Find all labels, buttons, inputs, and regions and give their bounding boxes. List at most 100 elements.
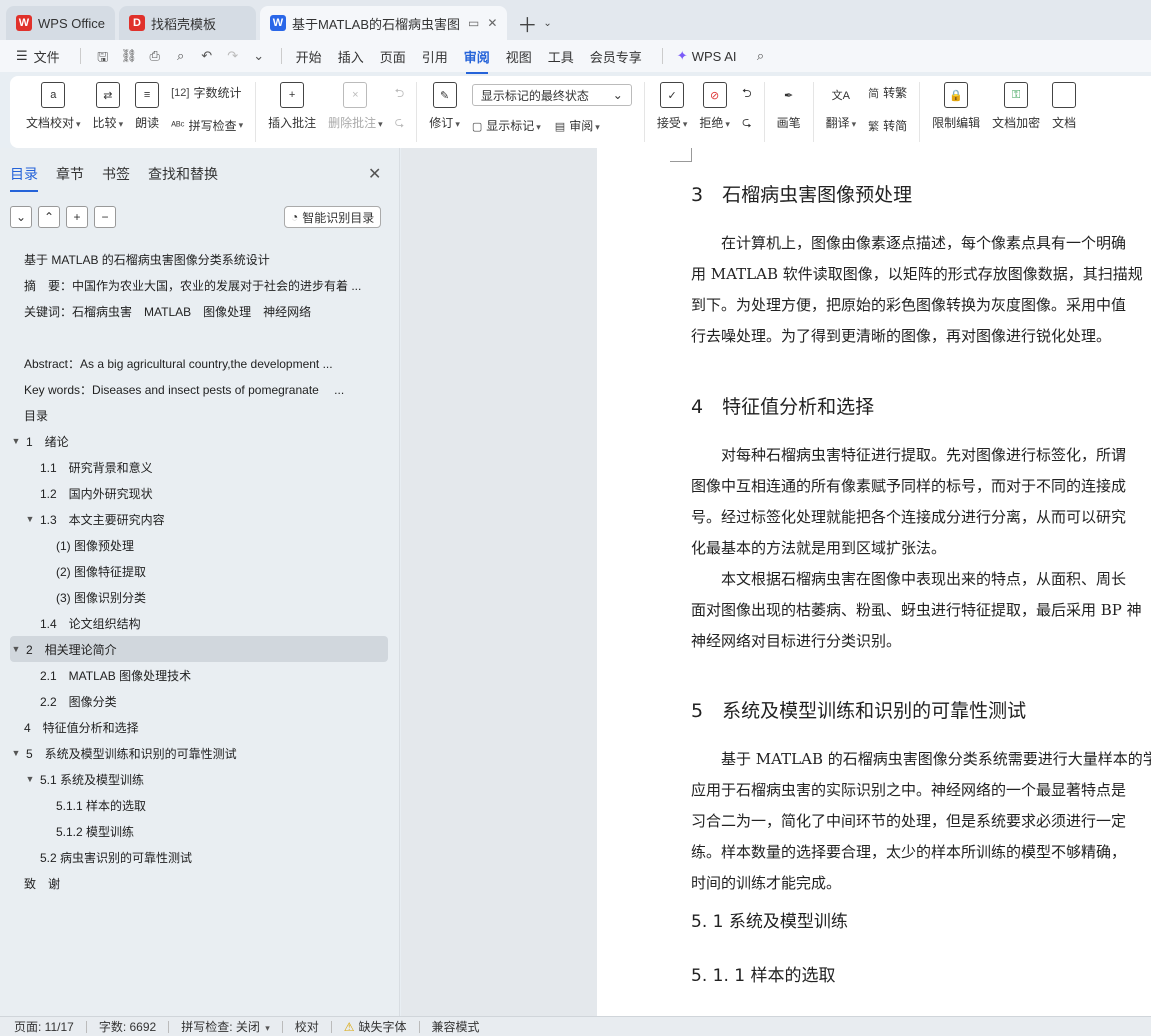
smart-toc-button[interactable]: ◔ 智能识别目录 [284,206,382,228]
nav-tab-chapters[interactable]: 章节 [56,164,84,184]
compare-button[interactable]: ⇄ 比较 ▾ [93,82,123,131]
insert-comment-button[interactable]: + 插入批注 [268,82,316,131]
print-preview-icon[interactable]: ⌕ [173,48,189,64]
toc-item[interactable]: 1.4 论文组织结构 [10,610,388,636]
accept-button[interactable]: ✓ 接受 ▾ [657,82,687,131]
prev-comment-button[interactable]: ⮌ [395,84,405,105]
menu-reference[interactable]: 引用 [422,47,448,66]
translate-group: 文A 翻译 ▾ 简转繁 繁转简 [814,82,921,142]
toc-item[interactable]: 关键词：石榴病虫害 MATLAB 图像处理 神经网络 [10,298,388,324]
pen-button[interactable]: ✒ 画笔 [777,82,801,131]
toc-item-label: (2) 图像特征提取 [56,564,147,579]
toc-spacer [10,324,388,350]
undo-icon[interactable]: ↶ [199,48,215,64]
file-menu[interactable]: ☰ 文件 [16,47,60,66]
tab-templates[interactable]: D 找稻壳模板 [118,6,256,40]
page-indicator[interactable]: 页面: 11/17 [14,1018,74,1035]
read-aloud-button[interactable]: ≡ 朗读 [135,82,159,131]
smart-icon: ◔ [291,210,299,224]
menu-page[interactable]: 页面 [380,47,406,66]
toc-item[interactable]: 目录 [10,402,388,428]
translate-button[interactable]: 文A 翻译 ▾ [826,82,857,131]
restrict-edit-button[interactable]: 🔒 限制编辑 [932,82,980,131]
heading-5: 5 系统及模型训练和识别的可靠性测试 [691,700,1027,722]
menu-tools[interactable]: 工具 [548,47,574,66]
menu-view[interactable]: 视图 [506,47,532,66]
share-icon[interactable]: ⛓ [121,48,138,64]
expand-arrow-icon[interactable]: ▼ [24,514,36,524]
menu-review[interactable]: 审阅 [464,47,490,74]
next-comment-button[interactable]: ⮎ [395,113,405,134]
toc-item[interactable]: 致 谢 [10,870,388,896]
missing-font-status[interactable]: ⚠ 缺失字体 [344,1018,407,1035]
more-chevron-icon[interactable]: ⌄ [251,48,267,64]
search-icon[interactable]: ⌕ [753,48,769,64]
print-icon[interactable]: ⎙ [147,48,163,64]
toc-item[interactable]: 4 特征值分析和选择 [10,714,388,740]
revise-button[interactable]: ✎ 修订 ▾ [429,82,460,131]
word-count-indicator[interactable]: 字数: 6692 [99,1018,156,1035]
next-change-button[interactable]: ⮎ [742,113,752,134]
toc-item[interactable]: 1.1 研究背景和意义 [10,454,388,480]
to-simplified-button[interactable]: 繁转简 [868,117,907,134]
tab-wps-office[interactable]: W WPS Office [6,6,115,40]
toc-item[interactable]: (1) 图像预处理 [10,532,388,558]
toc-item[interactable]: Abstract：As a big agricultural country,t… [10,350,388,376]
toc-item[interactable]: 5.2 病虫害识别的可靠性测试 [10,844,388,870]
expand-arrow-icon[interactable]: ▼ [10,748,22,758]
plus-icon[interactable]: + [66,206,88,228]
toc-item[interactable]: 5.1.1 样本的选取 [10,792,388,818]
doc-encrypt-button[interactable]: ⚿ 文档加密 [992,82,1040,131]
doc-more-button[interactable]: 文档 [1052,82,1076,131]
toc-item[interactable]: 1.2 国内外研究现状 [10,480,388,506]
toc-item[interactable]: ▼ 5 系统及模型训练和识别的可靠性测试 [10,740,388,766]
toc-item[interactable]: (2) 图像特征提取 [10,558,388,584]
toc-item[interactable]: 2.2 图像分类 [10,688,388,714]
to-traditional-button[interactable]: 简转繁 [868,84,907,101]
reject-button[interactable]: ⊘ 拒绝 ▾ [699,82,730,131]
delete-comment-button[interactable]: × 删除批注 ▾ [328,82,383,131]
wps-ai-button[interactable]: ✦ WPS AI [677,48,737,64]
expand-arrow-icon[interactable]: ▼ [10,644,22,654]
expand-arrow-icon[interactable]: ▼ [24,774,36,784]
close-tab-icon[interactable]: ✕ [487,16,497,30]
toc-item[interactable]: 2.1 MATLAB 图像处理技术 [10,662,388,688]
toc-item[interactable]: Key words：Diseases and insect pests of p… [10,376,388,402]
redo-icon[interactable]: ↷ [225,48,241,64]
read-aloud-icon: ≡ [135,82,160,108]
close-icon[interactable]: ✕ [368,164,381,184]
nav-tab-toc[interactable]: 目录 [10,164,38,192]
nav-tab-find-replace[interactable]: 查找和替换 [148,164,218,184]
save-icon[interactable]: 🖫 [95,48,111,64]
review-pane-button[interactable]: ▤ 审阅 ▾ [555,117,600,134]
chevron-up-icon[interactable]: ⌃ [38,206,60,228]
toc-item[interactable]: 摘 要：中国作为农业大国，农业的发展对于社会的进步有着 ... [10,272,388,298]
toc-item[interactable]: 5.1.2 模型训练 [10,818,388,844]
proof-status[interactable]: 校对 [295,1018,319,1035]
menu-member[interactable]: 会员专享 [590,47,642,66]
spell-check-status[interactable]: 拼写检查: 关闭 ▾ [181,1018,270,1035]
nav-tab-bookmarks[interactable]: 书签 [102,164,130,184]
spell-check-button[interactable]: ᴬᴮᶜ 拼写检查 ▾ [171,117,243,134]
toc-item[interactable]: 基于 MATLAB 的石榴病虫害图像分类系统设计 [10,246,388,272]
tab-document[interactable]: W 基于MATLAB的石榴病虫害图像分类系统设计 ▭ ✕ [259,6,508,40]
menu-insert[interactable]: 插入 [338,47,364,66]
toc-item[interactable]: ▼ 1.3 本文主要研究内容 [10,506,388,532]
toc-item[interactable]: ▼ 5.1 系统及模型训练 [10,766,388,792]
prev-change-button[interactable]: ⮌ [742,84,752,105]
minus-icon[interactable]: − [94,206,116,228]
menu-bar: ☰ 文件 🖫 ⛓ ⎙ ⌕ ↶ ↷ ⌄ 开始 插入 页面 引用 审阅 视图 工具 会… [0,40,1151,74]
word-count-button[interactable]: [12] 字数统计 [171,84,243,101]
doc-check-button[interactable]: a 文档校对 ▾ [26,82,81,131]
markup-state-select[interactable]: 显示标记的最终状态 ⌄ [471,84,632,106]
toc-item[interactable]: (3) 图像识别分类 [10,584,388,610]
show-markup-button[interactable]: ▢ 显示标记 ▾ [472,117,541,134]
window-icon[interactable]: ▭ [468,16,479,30]
toc-item[interactable]: ▼ 2 相关理论简介 [10,636,388,662]
expand-arrow-icon[interactable]: ▼ [10,436,22,446]
menu-home[interactable]: 开始 [296,47,322,66]
chevron-down-icon[interactable]: ⌄ [543,18,551,29]
new-tab-button[interactable]: ＋ ⌄ [511,6,557,40]
chevron-down-icon[interactable]: ⌄ [10,206,32,228]
toc-item[interactable]: ▼ 1 绪论 [10,428,388,454]
